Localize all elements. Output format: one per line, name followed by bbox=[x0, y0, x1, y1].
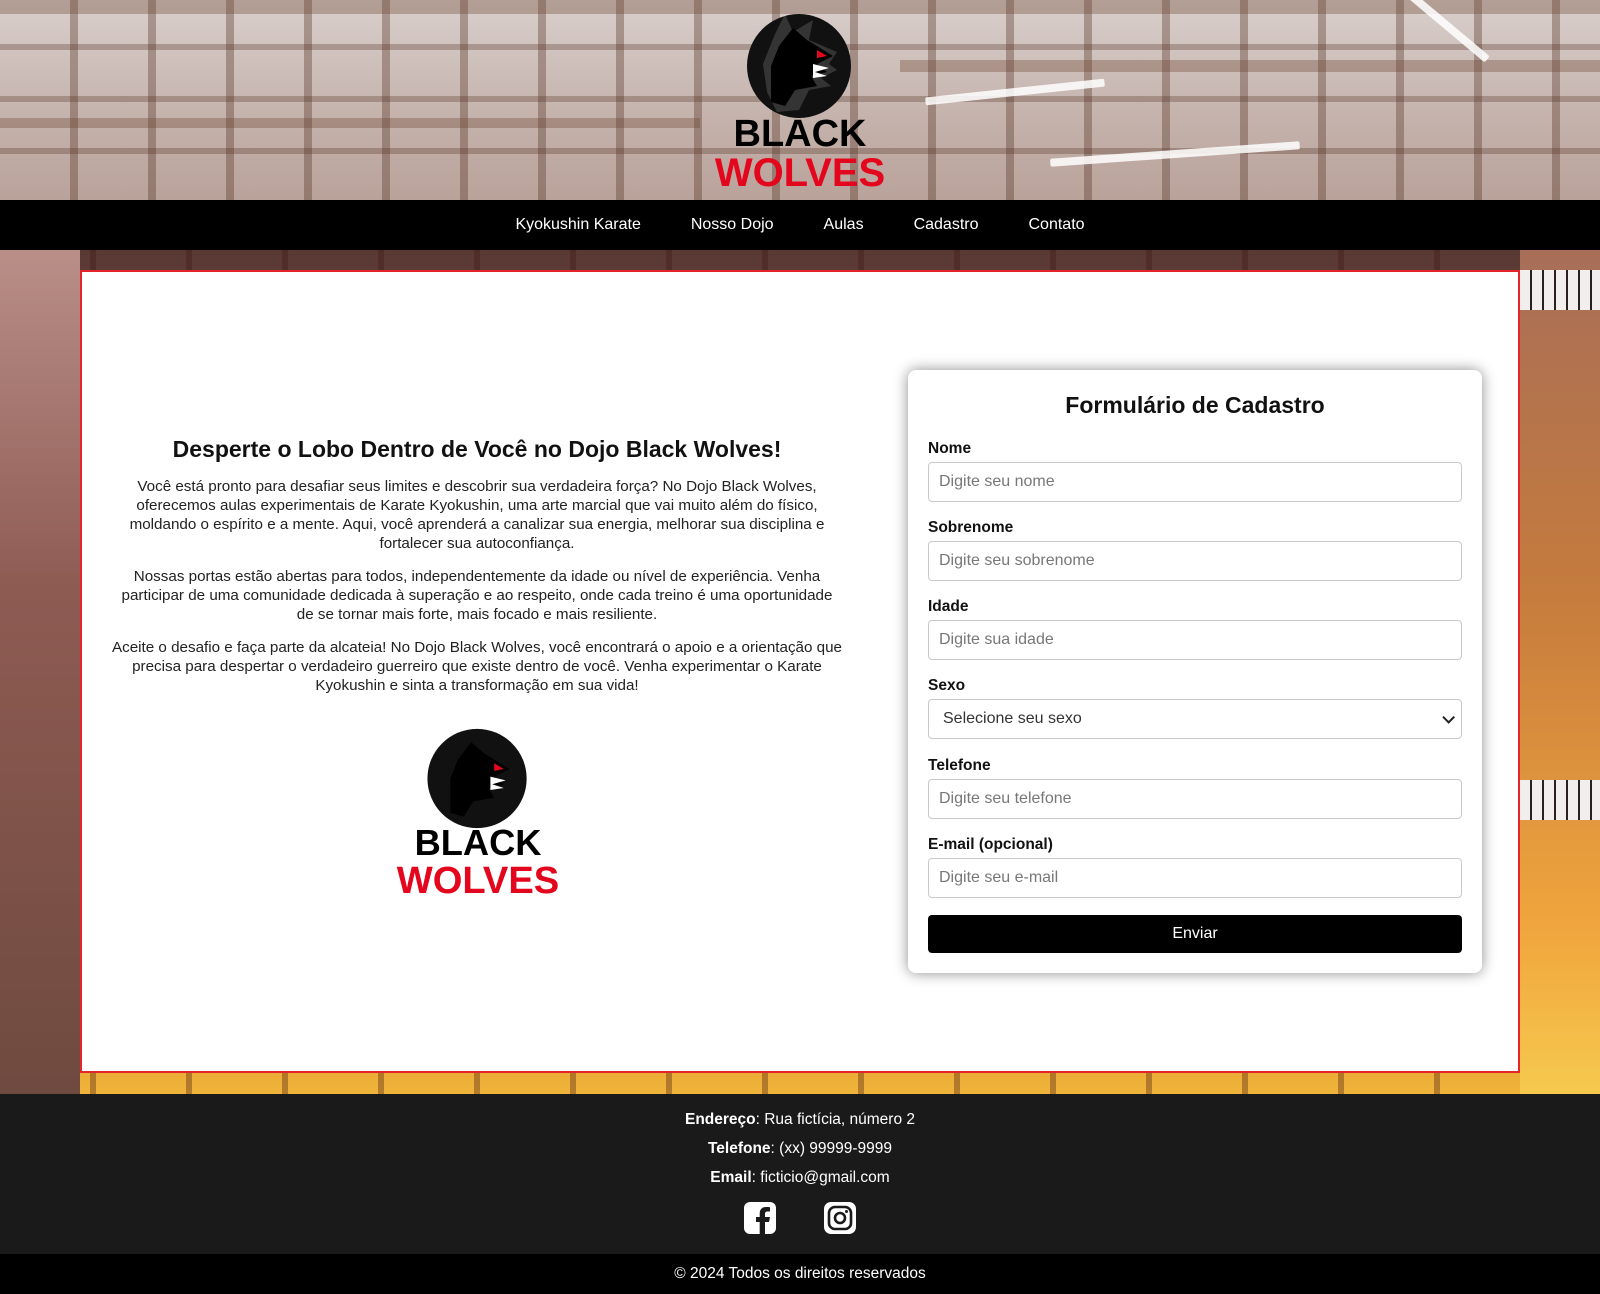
address-value: : Rua fictícia, número 2 bbox=[755, 1111, 915, 1128]
field-label: Sobrenome bbox=[928, 519, 1014, 536]
field-idade: Idade bbox=[928, 598, 1462, 660]
field-sobrenome: Sobrenome bbox=[928, 519, 1462, 581]
nav-item-kyokushin-karate[interactable]: Kyokushin Karate bbox=[490, 216, 665, 234]
nav-item-nosso-dojo[interactable]: Nosso Dojo bbox=[666, 216, 799, 234]
logo-text-wolves: WOLVES bbox=[715, 151, 885, 192]
shoji-window bbox=[1520, 780, 1600, 820]
field-label: Idade bbox=[928, 598, 969, 615]
footer-email: Email: ficticio@gmail.com bbox=[0, 1163, 1600, 1192]
main-nav: Kyokushin Karate Nosso Dojo Aulas Cadast… bbox=[0, 200, 1600, 250]
instagram-icon[interactable] bbox=[824, 1202, 856, 1234]
intro-paragraph: Você está pronto para desafiar seus limi… bbox=[129, 478, 825, 552]
field-label: Sexo bbox=[928, 677, 966, 694]
footer-address: Endereço: Rua fictícia, número 2 bbox=[0, 1105, 1600, 1134]
ceiling-beam bbox=[900, 60, 1600, 72]
ceiling-light bbox=[925, 78, 1105, 106]
dojo-wall-left bbox=[0, 250, 80, 1094]
ceiling-beam bbox=[0, 118, 700, 128]
intro-paragraph: Aceite o desafio e faça parte da alcatei… bbox=[112, 639, 843, 694]
field-telefone: Telefone bbox=[928, 757, 1462, 819]
facebook-icon[interactable] bbox=[744, 1202, 776, 1234]
email-value: : ficticio@gmail.com bbox=[751, 1169, 890, 1186]
intro-paragraph: Nossas portas estão abertas para todos, … bbox=[121, 568, 833, 623]
shoji-window bbox=[1520, 270, 1600, 310]
logo-text-black: BLACK bbox=[415, 822, 542, 863]
phone-value: : (xx) 99999-9999 bbox=[770, 1140, 893, 1157]
intro-title: Desperte o Lobo Dentro de Você no Dojo B… bbox=[172, 436, 782, 462]
field-nome: Nome bbox=[928, 440, 1462, 502]
ceiling-light bbox=[1050, 141, 1300, 167]
chevron-down-icon bbox=[1442, 710, 1455, 724]
logo-text-wolves: WOLVES bbox=[397, 859, 560, 900]
field-email: E-mail (opcional) bbox=[928, 836, 1462, 898]
field-label: Telefone bbox=[928, 757, 991, 774]
email-input[interactable] bbox=[928, 858, 1462, 898]
black-wolves-logo[interactable]: BLACK WOLVES bbox=[713, 6, 887, 192]
header-banner: BLACK WOLVES bbox=[0, 0, 1600, 200]
nome-input[interactable] bbox=[928, 462, 1462, 502]
black-wolves-logo: BLACK WOLVES bbox=[397, 728, 560, 900]
nav-item-contato[interactable]: Contato bbox=[1004, 216, 1110, 234]
copyright-bar: © 2024 Todos os direitos reservados bbox=[0, 1254, 1600, 1294]
sexo-select[interactable]: Selecione seu sexo bbox=[928, 699, 1462, 739]
social-links bbox=[0, 1202, 1600, 1234]
field-sexo: Sexo Selecione seu sexo bbox=[928, 677, 1462, 739]
address-label: Endereço bbox=[684, 1111, 756, 1128]
phone-label: Telefone bbox=[707, 1140, 771, 1157]
form-title: Formulário de Cadastro bbox=[1065, 392, 1325, 418]
sobrenome-input[interactable] bbox=[928, 541, 1462, 581]
field-label: E-mail (opcional) bbox=[928, 836, 1053, 853]
field-label: Nome bbox=[928, 440, 972, 457]
dojo-wall-right bbox=[1520, 250, 1600, 1094]
select-value: Selecione seu sexo bbox=[943, 710, 1082, 727]
telefone-input[interactable] bbox=[928, 779, 1462, 819]
footer-phone: Telefone: (xx) 99999-9999 bbox=[0, 1134, 1600, 1163]
footer: Endereço: Rua fictícia, número 2 Telefon… bbox=[0, 1094, 1600, 1254]
nav-item-cadastro[interactable]: Cadastro bbox=[889, 216, 1004, 234]
registration-form: Formulário de Cadastro Nome Sobrenome Id… bbox=[908, 370, 1482, 973]
logo-text-black: BLACK bbox=[734, 113, 868, 155]
submit-button[interactable]: Enviar bbox=[928, 915, 1462, 953]
intro-section: Desperte o Lobo Dentro de Você no Dojo B… bbox=[112, 436, 842, 709]
idade-input[interactable] bbox=[928, 620, 1462, 660]
email-label: Email bbox=[710, 1169, 752, 1186]
nav-item-aulas[interactable]: Aulas bbox=[799, 216, 889, 234]
